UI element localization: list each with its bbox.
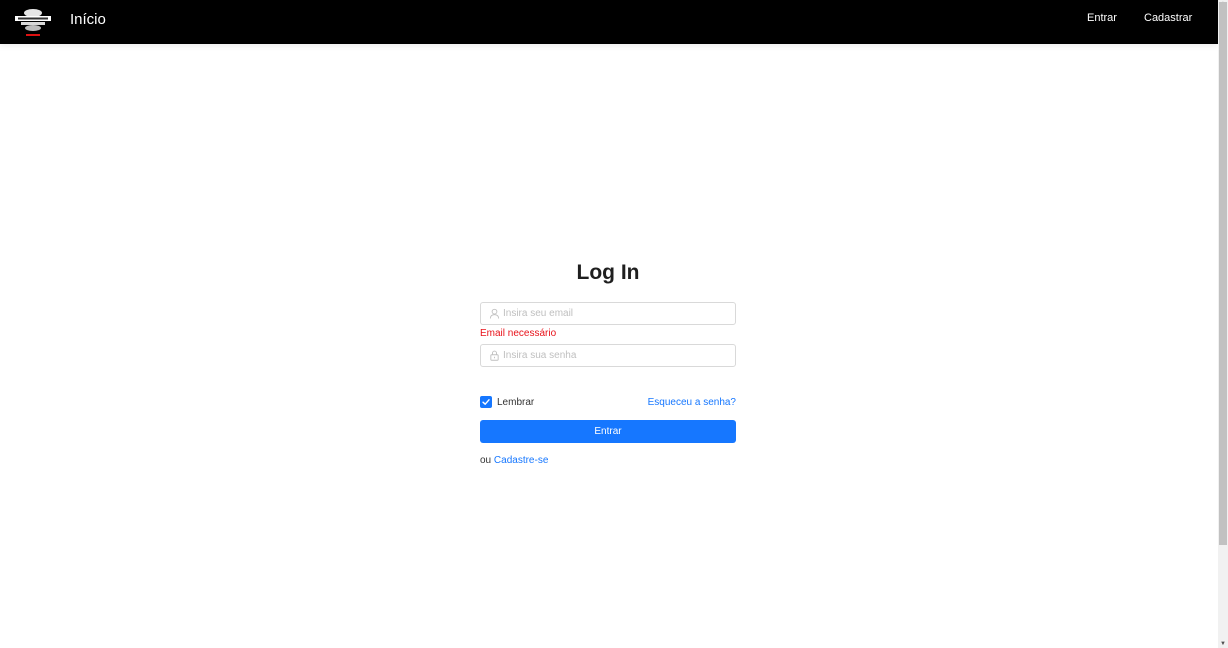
lock-icon bbox=[490, 350, 499, 361]
login-title: Log In bbox=[576, 261, 640, 284]
home-link[interactable]: Início bbox=[70, 10, 106, 30]
register-link[interactable]: Cadastre-se bbox=[494, 455, 548, 466]
email-error-message: Email necessário bbox=[480, 328, 557, 339]
user-icon bbox=[489, 308, 500, 319]
brand-logo[interactable] bbox=[12, 2, 54, 42]
remember-label[interactable]: Lembrar bbox=[497, 397, 534, 409]
register-prompt-prefix: ou bbox=[480, 455, 492, 466]
vertical-scrollbar[interactable]: ▲ ▼ bbox=[1218, 0, 1228, 648]
register-prompt: ou Cadastre-se bbox=[480, 455, 548, 467]
email-field[interactable] bbox=[480, 302, 736, 325]
login-button[interactable]: Entrar bbox=[480, 420, 736, 443]
checkmark-icon bbox=[482, 399, 490, 405]
nav-login-link[interactable]: Entrar bbox=[1087, 11, 1117, 25]
scrollbar-thumb[interactable] bbox=[1219, 2, 1227, 545]
remember-checkbox[interactable] bbox=[480, 396, 492, 408]
password-field[interactable] bbox=[480, 344, 736, 367]
page: Início Entrar Cadastrar Log In Email nec… bbox=[0, 0, 1228, 648]
email-input[interactable] bbox=[503, 305, 727, 322]
forgot-password-link[interactable]: Esqueceu a senha? bbox=[645, 397, 736, 409]
password-input[interactable] bbox=[503, 347, 727, 364]
scroll-down-icon[interactable]: ▼ bbox=[1218, 640, 1228, 648]
top-navbar: Início Entrar Cadastrar bbox=[0, 0, 1218, 44]
nav-register-link[interactable]: Cadastrar bbox=[1144, 11, 1192, 25]
